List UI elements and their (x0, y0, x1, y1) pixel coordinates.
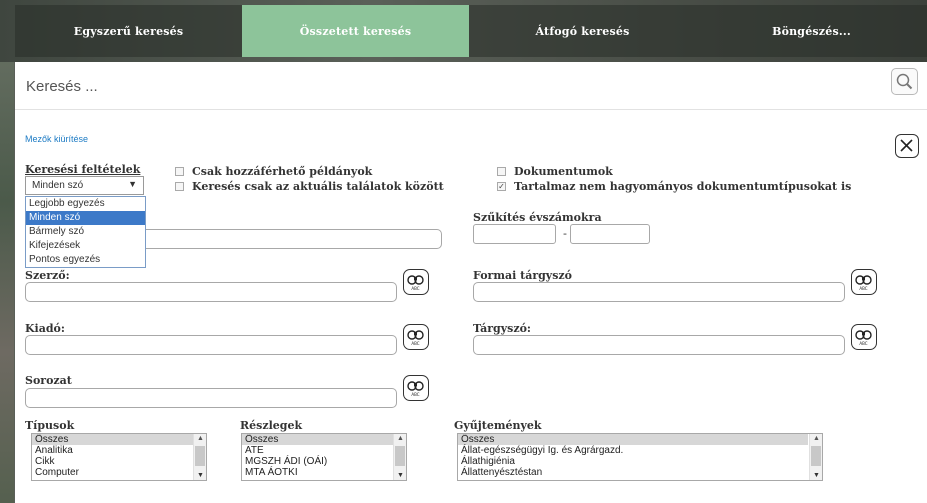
list-item[interactable]: Analitika (32, 445, 206, 456)
binoculars-icon: ABC (407, 381, 424, 397)
departments-listbox[interactable]: Összes ATE MGSZH ÁDI (OÁI) MTA ÁOTKI ▲ ▼ (241, 433, 407, 481)
collections-listbox[interactable]: Összes Állat-egészségügyi Ig. és Agrárga… (457, 433, 823, 481)
subject-label: Tárgyszó: (473, 322, 531, 335)
search-input[interactable]: Keresés ... (26, 78, 98, 95)
series-browse-button[interactable]: ABC (403, 375, 429, 401)
documents-label: Dokumentumok (514, 165, 613, 178)
close-icon (900, 139, 913, 152)
conditions-select[interactable]: Minden szó ▼ (25, 176, 144, 195)
publisher-label: Kiadó: (25, 322, 65, 335)
advanced-search-panel: Keresés ... Mezők kiürítése Keresési fel… (15, 62, 927, 503)
svg-text:ABC: ABC (859, 341, 867, 346)
list-item[interactable]: Cikk (32, 456, 206, 467)
year-range-label: Szűkítés évszámokra (473, 211, 602, 224)
series-field[interactable] (25, 388, 397, 408)
conditions-selected-value: Minden szó (32, 180, 84, 191)
subject-field[interactable] (473, 335, 845, 355)
types-listbox[interactable]: Összes Analitika Cikk Computer ▲ ▼ (31, 433, 207, 481)
binoculars-icon: ABC (855, 330, 872, 346)
svg-text:ABC: ABC (859, 286, 867, 291)
collections-label: Gyűjtemények (454, 419, 542, 432)
clear-fields-link[interactable]: Mezők kiürítése (25, 134, 88, 144)
nontraditional-option: ✓ Tartalmaz nem hagyományos dokumentumtí… (497, 180, 851, 193)
documents-checkbox[interactable] (497, 167, 506, 176)
available-only-option: Csak hozzáférhető példányok (175, 165, 372, 178)
list-item[interactable]: Állattenyésztéstan (458, 467, 822, 478)
dropdown-option[interactable]: Pontos egyezés (26, 253, 145, 267)
formal-subject-label: Formai tárgyszó (473, 269, 572, 282)
types-label: Típusok (25, 419, 75, 432)
scroll-up-icon[interactable]: ▲ (813, 435, 820, 442)
author-label: Szerző: (25, 269, 70, 282)
author-browse-button[interactable]: ABC (403, 269, 429, 295)
departments-label: Részlegek (240, 419, 303, 432)
tab-simple-search[interactable]: Egyszerű keresés (15, 5, 242, 57)
publisher-field[interactable] (25, 335, 397, 355)
available-only-checkbox[interactable] (175, 167, 184, 176)
within-results-label: Keresés csak az aktuális találatok közöt… (192, 180, 444, 193)
formal-subject-browse-button[interactable]: ABC (851, 269, 877, 295)
list-item[interactable]: Állathigiénia (458, 456, 822, 467)
list-item[interactable]: Összes (242, 434, 406, 445)
binoculars-icon: ABC (855, 275, 872, 291)
list-item[interactable]: Állat-egészségügyi Ig. és Agrárgazd. (458, 445, 822, 456)
scroll-up-icon[interactable]: ▲ (397, 435, 404, 442)
tab-advanced-search[interactable]: Összetett keresés (242, 5, 469, 57)
conditions-dropdown: Legjobb egyezés Minden szó Bármely szó K… (25, 196, 146, 268)
available-only-label: Csak hozzáférhető példányok (192, 165, 373, 178)
tab-comprehensive-search[interactable]: Átfogó keresés (469, 5, 696, 57)
search-button[interactable] (891, 68, 918, 95)
dropdown-option-selected[interactable]: Minden szó (26, 211, 145, 225)
publisher-browse-button[interactable]: ABC (403, 324, 429, 350)
within-results-option: Keresés csak az aktuális találatok közöt… (175, 180, 444, 193)
scroll-down-icon[interactable]: ▼ (813, 472, 820, 479)
list-item[interactable]: Computer (32, 467, 206, 478)
subject-browse-button[interactable]: ABC (851, 324, 877, 350)
close-button[interactable] (895, 134, 919, 158)
dropdown-option[interactable]: Kifejezések (26, 239, 145, 253)
search-bar: Keresés ... (15, 62, 927, 110)
year-range-separator: - (563, 227, 567, 240)
nontraditional-label: Tartalmaz nem hagyományos dokumentumtípu… (514, 180, 852, 193)
binoculars-icon: ABC (407, 330, 424, 346)
collections-scrollbar[interactable]: ▲ ▼ (809, 434, 822, 480)
scroll-thumb[interactable] (395, 446, 405, 466)
list-item[interactable]: MGSZH ÁDI (OÁI) (242, 456, 406, 467)
departments-scrollbar[interactable]: ▲ ▼ (393, 434, 406, 480)
tab-browse[interactable]: Böngészés... (696, 5, 927, 57)
documents-option: Dokumentumok (497, 165, 613, 178)
within-results-checkbox[interactable] (175, 182, 184, 191)
conditions-label: Keresési feltételek (25, 163, 141, 176)
year-from-field[interactable] (473, 224, 556, 244)
formal-subject-field[interactable] (473, 282, 845, 302)
search-icon (896, 73, 913, 90)
year-to-field[interactable] (570, 224, 650, 244)
dropdown-option[interactable]: Legjobb egyezés (26, 197, 145, 211)
scroll-down-icon[interactable]: ▼ (197, 472, 204, 479)
chevron-down-icon: ▼ (128, 179, 137, 189)
scroll-thumb[interactable] (811, 446, 821, 466)
search-mode-tabs: Egyszerű keresés Összetett keresés Átfog… (15, 5, 927, 57)
series-label: Sorozat (25, 374, 72, 387)
scroll-up-icon[interactable]: ▲ (197, 435, 204, 442)
scroll-thumb[interactable] (195, 446, 205, 466)
binoculars-icon: ABC (407, 275, 424, 291)
list-item[interactable]: MTA ÁOTKI (242, 467, 406, 478)
list-item[interactable]: Összes (32, 434, 206, 445)
scroll-down-icon[interactable]: ▼ (397, 472, 404, 479)
list-item[interactable]: ATE (242, 445, 406, 456)
list-item[interactable]: Összes (458, 434, 808, 445)
nontraditional-checkbox[interactable]: ✓ (497, 182, 506, 191)
svg-text:ABC: ABC (411, 286, 419, 291)
dropdown-option[interactable]: Bármely szó (26, 225, 145, 239)
svg-text:ABC: ABC (411, 341, 419, 346)
background-photo-left (0, 0, 14, 503)
types-scrollbar[interactable]: ▲ ▼ (193, 434, 206, 480)
author-field[interactable] (25, 282, 397, 302)
svg-text:ABC: ABC (411, 392, 419, 397)
